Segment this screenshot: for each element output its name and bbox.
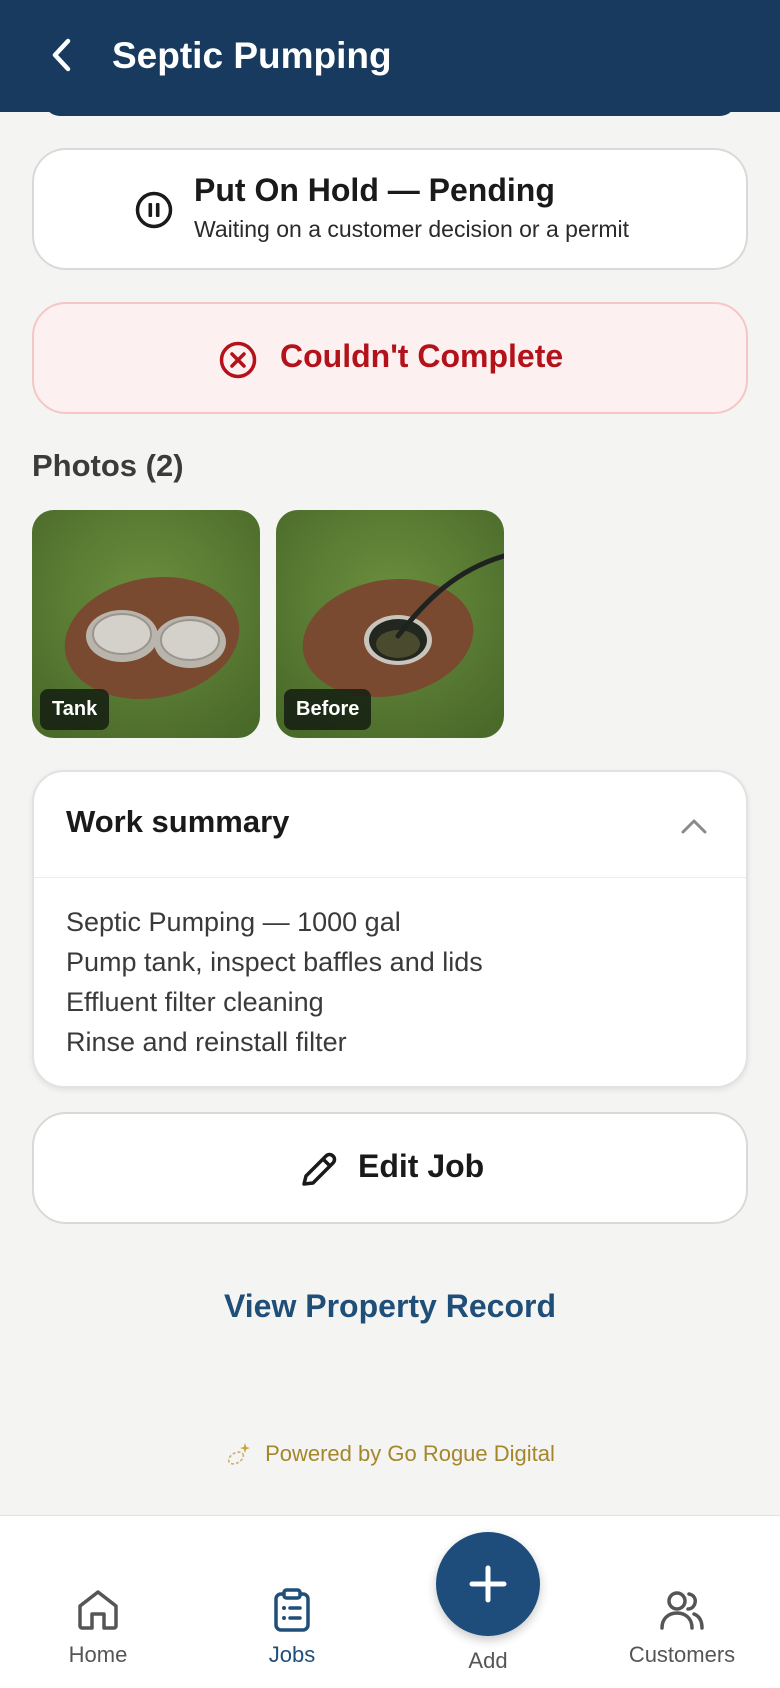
tab-label: Jobs: [268, 1642, 316, 1667]
back-button[interactable]: [40, 33, 84, 77]
summary-line: Septic Pumping — 1000 gal: [66, 907, 401, 937]
summary-line: Effluent filter cleaning: [66, 987, 324, 1017]
view-property-record-link[interactable]: View Property Record: [0, 1288, 780, 1325]
edit-job-label: Edit Job: [358, 1148, 485, 1184]
summary-line: Pump tank, inspect baffles and lids: [66, 947, 483, 977]
photo-thumbnail[interactable]: Tank: [32, 510, 260, 738]
summary-line: Rinse and reinstall filter: [66, 1027, 347, 1057]
pencil-icon: [302, 1152, 337, 1186]
app-header: Septic Pumping: [0, 0, 780, 112]
work-summary-title: Work summary: [66, 804, 290, 839]
chevron-up-icon: [681, 819, 707, 834]
clipboard-icon: [274, 1588, 310, 1632]
bottom-tab-bar: Home Jobs Customers: [0, 1515, 780, 1688]
tab-jobs[interactable]: Jobs: [212, 1586, 372, 1668]
work-summary-lines: Septic Pumping — 1000 gal Pump tank, ins…: [66, 902, 483, 1062]
plus-icon: [469, 1565, 507, 1603]
chevron-left-icon: [52, 38, 71, 72]
home-icon: [78, 1590, 118, 1630]
photo-label: Tank: [40, 689, 110, 730]
tab-add-label: Add: [468, 1648, 508, 1673]
edit-job-button[interactable]: Edit Job: [32, 1112, 748, 1224]
page-title: Septic Pumping: [112, 35, 392, 76]
photos-heading: Photos (2): [32, 448, 184, 483]
put-on-hold-button[interactable]: Put On Hold — Pending Waiting on a custo…: [32, 148, 748, 270]
powered-by-footer: Powered by Go Rogue Digital: [0, 1440, 780, 1468]
users-icon: [660, 1591, 704, 1630]
pause-circle-icon: [135, 191, 173, 229]
tab-home[interactable]: Home: [18, 1586, 178, 1668]
tab-customers[interactable]: Customers: [602, 1586, 762, 1668]
couldnt-complete-button[interactable]: Couldn't Complete: [32, 302, 748, 414]
couldnt-complete-label: Couldn't Complete: [280, 338, 564, 374]
photo-label: Before: [284, 689, 372, 730]
hold-title: Put On Hold — Pending: [194, 172, 555, 208]
x-circle-icon: [219, 341, 257, 379]
photo-thumbnail[interactable]: Before: [276, 510, 504, 738]
tab-label: Home: [68, 1642, 128, 1667]
hold-subtitle: Waiting on a customer decision or a perm…: [194, 216, 630, 242]
work-summary-card: Work summary Septic Pumping — 1000 gal P…: [32, 770, 748, 1088]
rocket-sparkle-icon: [227, 1443, 251, 1465]
work-summary-header[interactable]: Work summary: [34, 772, 746, 878]
tab-label: Customers: [628, 1642, 736, 1667]
add-fab-button[interactable]: [436, 1532, 540, 1636]
powered-by-text[interactable]: Powered by Go Rogue Digital: [265, 1441, 555, 1467]
